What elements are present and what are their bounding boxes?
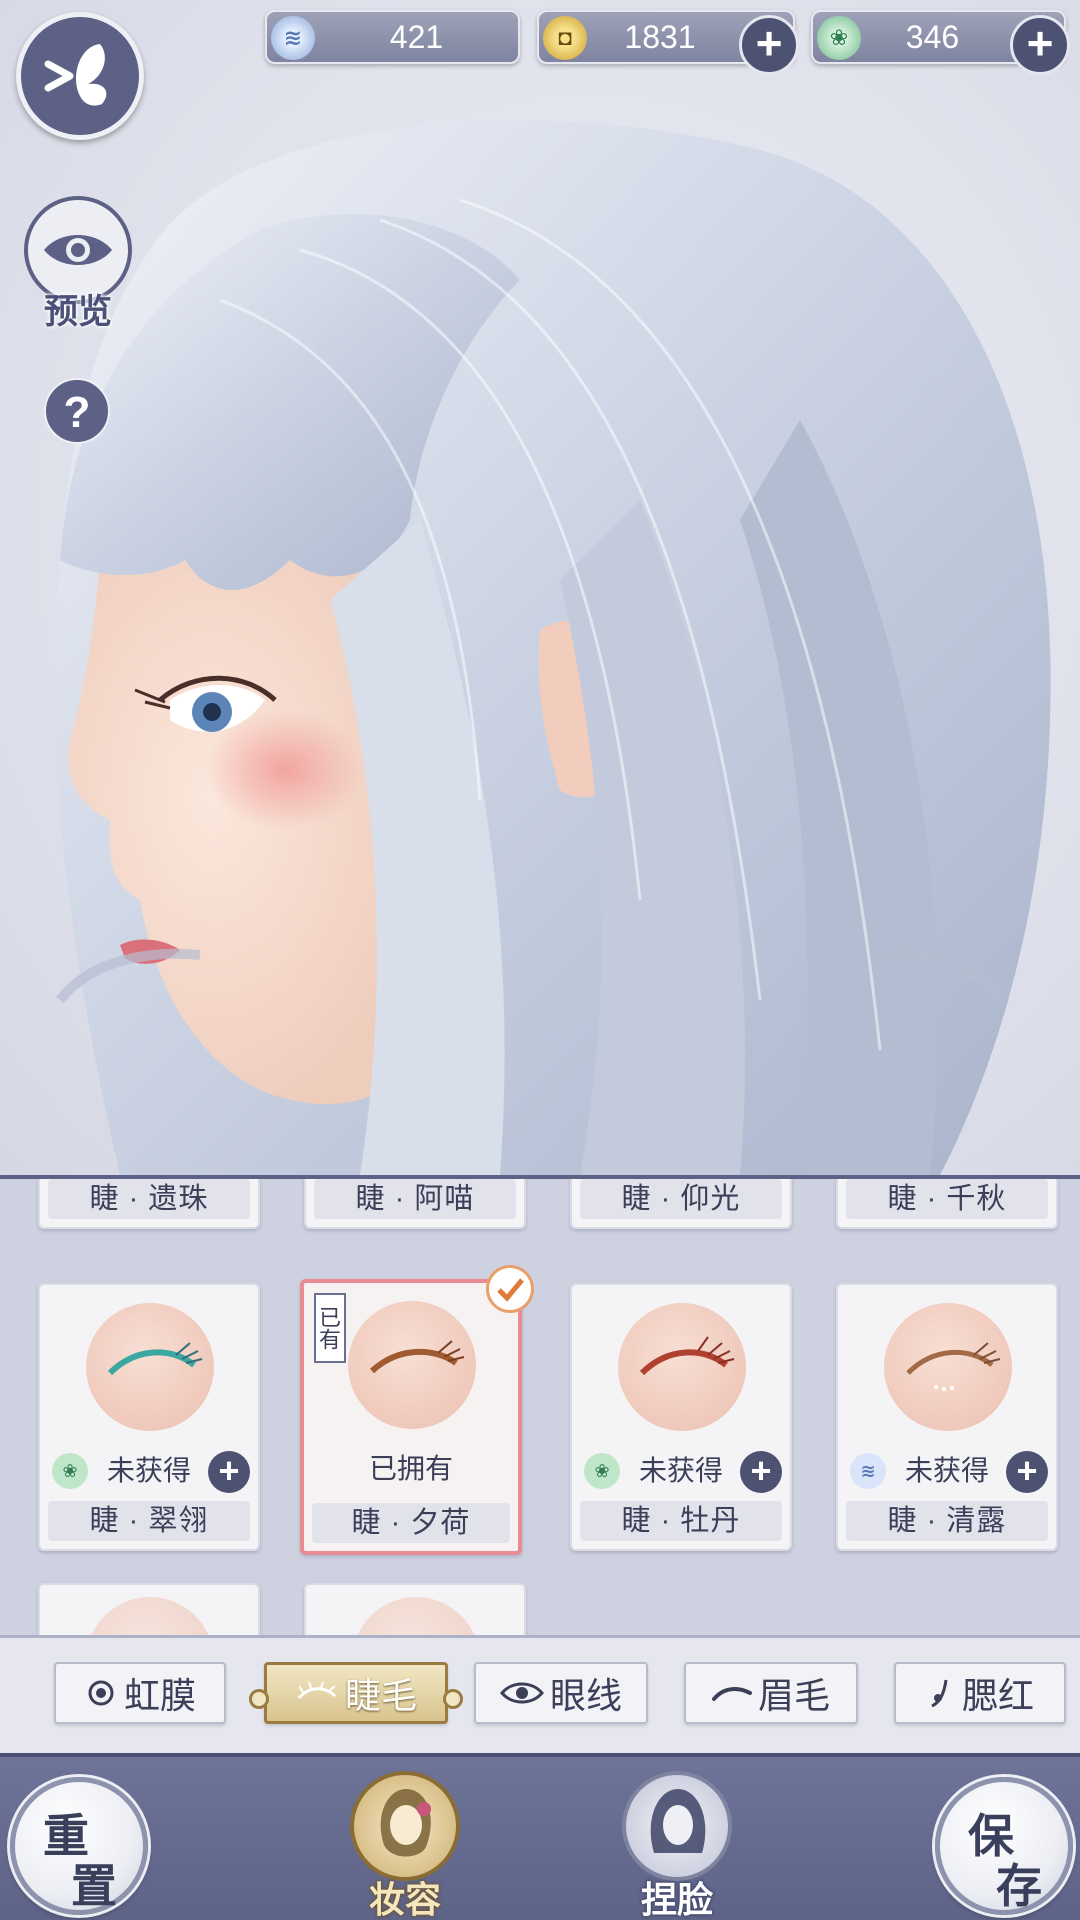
bottom-bar: 重 置 妆容 捏脸 保 存 xyxy=(0,1753,1080,1920)
green-jade-icon: ❀ xyxy=(817,16,861,60)
tab-eyelash[interactable]: 睫毛 xyxy=(249,1662,463,1724)
item-card-mudan[interactable]: ❀ 未获得 + 睫 · 牡丹 xyxy=(570,1283,792,1551)
tab-label: 眉毛 xyxy=(757,1675,830,1716)
eyelash-icon xyxy=(369,1340,465,1374)
item-card[interactable]: 睫 · 遗珠 xyxy=(38,1179,260,1229)
item-status: 未获得 xyxy=(904,1455,989,1486)
item-name: 睫 · 千秋 xyxy=(846,1179,1048,1219)
tab-label: 眼线 xyxy=(549,1675,622,1716)
currency-copper: ◘ 1831 + xyxy=(537,10,799,75)
help-button[interactable]: ? xyxy=(44,378,110,444)
makeup-mode-button[interactable] xyxy=(350,1771,460,1881)
item-status: 未获得 xyxy=(106,1455,191,1486)
face-sculpt-label: 捏脸 xyxy=(640,1879,713,1920)
item-card[interactable]: 睫 · 仰光 xyxy=(570,1179,792,1229)
face-portrait-icon xyxy=(650,1789,706,1853)
item-name: 睫 · 阿喵 xyxy=(314,1179,516,1219)
makeup-mode-label: 妆容 xyxy=(368,1879,441,1920)
blush-icon xyxy=(926,1676,956,1710)
item-name: 睫 · 牡丹 xyxy=(580,1501,782,1541)
item-card[interactable] xyxy=(304,1583,526,1635)
eyebrow-icon xyxy=(711,1681,752,1705)
eye-icon xyxy=(44,235,112,265)
item-status: 未获得 xyxy=(638,1455,723,1486)
eyelash-preview xyxy=(618,1303,746,1431)
character-viewport[interactable] xyxy=(0,0,1080,1175)
tab-label: 虹膜 xyxy=(123,1675,196,1716)
tab-blush[interactable]: 腮红 xyxy=(894,1662,1066,1724)
tab-eyebrow[interactable]: 眉毛 xyxy=(684,1662,858,1724)
item-name: 睫 · 遗珠 xyxy=(48,1179,250,1219)
face-sculpt-button[interactable] xyxy=(622,1771,732,1881)
reset-char-2: 置 xyxy=(71,1859,117,1913)
item-card-cuiling[interactable]: ❀ 未获得 + 睫 · 翠翎 xyxy=(38,1283,260,1551)
item-status: 已拥有 xyxy=(368,1453,453,1484)
add-copper-button[interactable]: + xyxy=(739,15,799,75)
currency-silver-jade: ≋ 421 xyxy=(265,10,520,64)
makeup-portrait-icon xyxy=(380,1789,431,1857)
save-button[interactable]: 保 存 xyxy=(935,1777,1073,1915)
tab-iris[interactable]: 虹膜 xyxy=(54,1662,226,1724)
iris-icon xyxy=(84,1676,118,1710)
item-name: 睫 · 清露 xyxy=(846,1501,1048,1541)
item-name: 睫 · 夕荷 xyxy=(312,1503,510,1543)
selected-check-icon xyxy=(486,1265,534,1313)
character-model[interactable] xyxy=(0,0,1080,1175)
eyelash-preview xyxy=(348,1301,476,1429)
eyelash-icon xyxy=(639,1336,735,1376)
currency-green-jade: ❀ 346 + xyxy=(811,10,1070,75)
item-name: 睫 · 仰光 xyxy=(580,1179,782,1219)
eyelash-icon xyxy=(906,1342,1001,1391)
eye-icon xyxy=(500,1678,544,1708)
preview-label: 预览 xyxy=(44,292,112,332)
save-char-2: 存 xyxy=(996,1859,1042,1913)
item-card-xihe[interactable]: 已有 已拥有 睫 · 夕荷 xyxy=(300,1265,534,1555)
item-card[interactable]: 睫 · 阿喵 xyxy=(304,1179,526,1229)
status-row: ❀ 未获得 + xyxy=(40,1451,258,1493)
silver-jade-coin-icon: ≋ xyxy=(271,16,315,60)
copper-coin-icon: ◘ xyxy=(543,16,587,60)
obtain-button[interactable]: + xyxy=(740,1451,782,1493)
currency-amount: 421 xyxy=(389,19,444,55)
item-card[interactable] xyxy=(38,1583,260,1635)
tab-label: 腮红 xyxy=(961,1675,1034,1716)
obtain-button[interactable]: + xyxy=(208,1451,250,1493)
eyelash-item-grid[interactable]: 睫 · 遗珠 睫 · 阿喵 睫 · 仰光 睫 · 千秋 ❀ 未获得 + 睫 · … xyxy=(0,1175,1080,1635)
makeup-category-tabs: 虹膜 睫毛 眼线 眉毛 腮红 xyxy=(0,1635,1080,1753)
item-card[interactable]: 睫 · 千秋 xyxy=(836,1179,1058,1229)
status-row: ❀ 未获得 + xyxy=(572,1451,790,1493)
eyelash-preview xyxy=(352,1597,480,1635)
status-row: 已拥有 xyxy=(304,1449,518,1489)
back-button[interactable] xyxy=(16,12,144,140)
eyelash-preview xyxy=(86,1303,214,1431)
currency-amount: 346 xyxy=(905,19,960,55)
tab-eyeliner[interactable]: 眼线 xyxy=(474,1662,648,1724)
back-butterfly-icon xyxy=(44,44,107,106)
tab-label: 睫毛 xyxy=(344,1675,417,1716)
item-name: 睫 · 翠翎 xyxy=(48,1501,250,1541)
eyelash-icon xyxy=(295,1678,339,1708)
reset-button[interactable]: 重 置 xyxy=(10,1777,148,1915)
item-card-qinglu[interactable]: ≋ 未获得 + 睫 · 清露 xyxy=(836,1283,1058,1551)
owned-tag: 已有 xyxy=(314,1293,346,1363)
eyelash-preview xyxy=(86,1597,214,1635)
eyelash-icon xyxy=(107,1342,203,1376)
obtain-button[interactable]: + xyxy=(1006,1451,1048,1493)
eyelash-preview xyxy=(884,1303,1012,1431)
currency-amount: 1831 xyxy=(624,19,696,55)
add-green-jade-button[interactable]: + xyxy=(1010,15,1070,75)
silver-jade-coin-icon: ≋ xyxy=(850,1453,886,1489)
green-jade-icon: ❀ xyxy=(584,1453,620,1489)
status-row: ≋ 未获得 + xyxy=(838,1451,1056,1493)
green-jade-icon: ❀ xyxy=(52,1453,88,1489)
